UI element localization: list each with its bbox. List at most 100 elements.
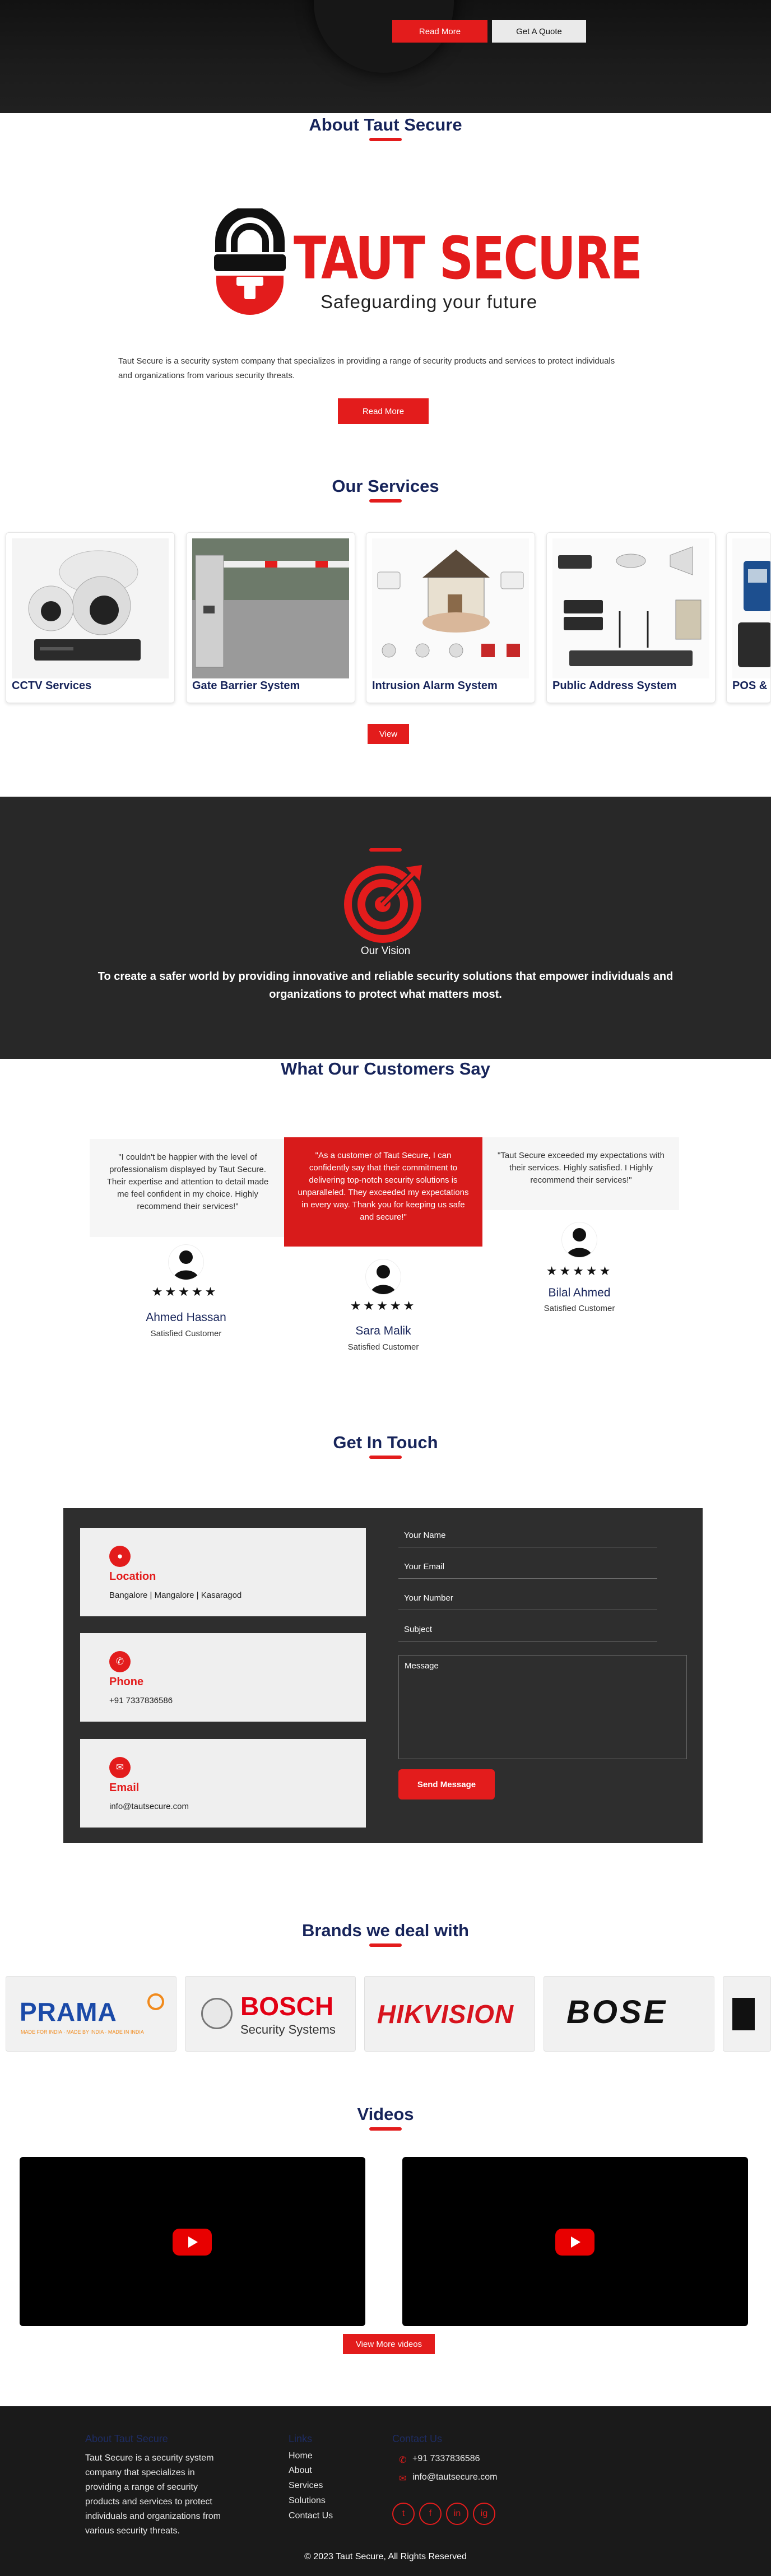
play-icon[interactable] bbox=[173, 2229, 212, 2256]
contact-title: Get In Touch bbox=[333, 1433, 438, 1452]
video-player-2[interactable] bbox=[402, 2157, 748, 2326]
videos-title: Videos bbox=[357, 2104, 414, 2124]
avatar bbox=[562, 1222, 597, 1257]
email-card: ✉ Email info@tautsecure.com bbox=[80, 1739, 366, 1828]
testimonial-quote-2: "As a customer of Taut Secure, I can con… bbox=[284, 1137, 482, 1247]
phone-label: Phone bbox=[109, 1676, 144, 1688]
customer-name: Ahmed Hassan bbox=[146, 1311, 226, 1324]
prama-swoosh-icon bbox=[147, 1993, 164, 2010]
bosch-logo: BOSCH bbox=[240, 1992, 334, 2021]
service-label: CCTV Services bbox=[12, 680, 92, 692]
public-address-image bbox=[552, 538, 709, 678]
customer-role: Satisfied Customer bbox=[347, 1342, 419, 1352]
footer-link-solutions[interactable]: Solutions bbox=[289, 2496, 326, 2506]
avatar bbox=[366, 1259, 401, 1294]
taut-secure-logo: TAUT SECURE Safeguarding your future bbox=[208, 208, 643, 332]
get-quote-button[interactable]: Get A Quote bbox=[492, 20, 586, 43]
location-value: Bangalore | Mangalore | Kasaragod bbox=[109, 1591, 242, 1600]
linkedin-icon[interactable]: in bbox=[446, 2503, 468, 2525]
hikvision-logo: HIKVISION bbox=[377, 2000, 514, 2029]
about-read-more-button[interactable]: Read More bbox=[338, 398, 429, 424]
footer-link-contact[interactable]: Contact Us bbox=[289, 2511, 333, 2521]
envelope-icon: ✉ bbox=[109, 1757, 131, 1778]
vision-statement: To create a safer world by providing inn… bbox=[97, 970, 674, 1001]
service-card-public-address[interactable]: Public Address System bbox=[546, 532, 716, 703]
phone-value: +91 7337836586 bbox=[109, 1696, 173, 1705]
logo-wordmark: TAUT SECURE bbox=[294, 224, 643, 292]
subject-field[interactable]: Subject bbox=[398, 1619, 657, 1642]
service-label: Intrusion Alarm System bbox=[372, 680, 498, 692]
service-label: Gate Barrier System bbox=[192, 680, 300, 692]
footer-phone: +91 7337836586 bbox=[412, 2454, 480, 2463]
testimonials-title: What Our Customers Say bbox=[281, 1059, 490, 1078]
customer-role: Satisfied Customer bbox=[150, 1329, 222, 1338]
instagram-icon[interactable]: ig bbox=[473, 2503, 495, 2525]
rating-stars: ★★★★★ bbox=[350, 1299, 417, 1313]
customer-name: Sara Malik bbox=[355, 1324, 411, 1337]
phone-icon: ✆ bbox=[109, 1651, 131, 1672]
gate-barrier-image bbox=[192, 538, 355, 678]
prama-subtitle: MADE FOR INDIA · MADE BY INDIA · MADE IN… bbox=[21, 2029, 144, 2035]
twitter-icon[interactable]: t bbox=[392, 2503, 415, 2525]
service-card-pos[interactable]: POS & Billing bbox=[726, 532, 771, 703]
cctv-cameras-image bbox=[12, 538, 169, 678]
footer-link-services[interactable]: Services bbox=[289, 2481, 323, 2491]
service-card-gate-barrier[interactable]: Gate Barrier System bbox=[186, 532, 355, 703]
brands-title: Brands we deal with bbox=[301, 1921, 469, 1940]
about-description: Taut Secure is a security system company… bbox=[118, 356, 615, 380]
logo-tagline: Safeguarding your future bbox=[321, 291, 538, 312]
service-card-intrusion-alarm[interactable]: Intrusion Alarm System bbox=[366, 532, 535, 703]
testimonial-quote-1: "I couldn't be happier with the level of… bbox=[90, 1139, 286, 1237]
contact-panel: ● Location Bangalore | Mangalore | Kasar… bbox=[63, 1508, 703, 1843]
rating-stars: ★★★★★ bbox=[151, 1285, 219, 1299]
brand-card-partial bbox=[723, 1976, 771, 2052]
service-label: POS & Billing bbox=[732, 680, 770, 692]
location-card: ● Location Bangalore | Mangalore | Kasar… bbox=[80, 1528, 366, 1616]
location-pin-icon: ● bbox=[109, 1546, 131, 1567]
brand-card-hikvision: HIKVISION bbox=[364, 1976, 535, 2052]
hero-read-more-button[interactable]: Read More bbox=[392, 20, 487, 43]
video-player-1[interactable] bbox=[20, 2157, 365, 2326]
footer-link-about[interactable]: About bbox=[289, 2466, 312, 2476]
play-icon[interactable] bbox=[555, 2229, 594, 2256]
vision-section: Our Vision To create a safer world by pr… bbox=[0, 797, 771, 1059]
services-view-button[interactable]: View bbox=[368, 724, 409, 744]
footer-about-text: Taut Secure is a security system company… bbox=[85, 2453, 221, 2536]
vision-label: Our Vision bbox=[360, 945, 411, 957]
message-field[interactable]: Message bbox=[398, 1655, 687, 1759]
footer: About Taut Secure Taut Secure is a secur… bbox=[0, 2406, 771, 2576]
service-card-cctv[interactable]: CCTV Services bbox=[6, 532, 175, 703]
footer-link-home[interactable]: Home bbox=[289, 2451, 313, 2461]
videos-title-underline bbox=[369, 2127, 402, 2131]
service-label: Public Address System bbox=[552, 680, 677, 692]
brand-card-bosch: BOSCH Security Systems bbox=[185, 1976, 356, 2052]
customer-name: Bilal Ahmed bbox=[548, 1286, 611, 1299]
contact-title-underline bbox=[369, 1456, 402, 1459]
footer-contact-heading: Contact Us bbox=[392, 2433, 443, 2444]
name-field[interactable]: Your Name bbox=[398, 1525, 657, 1547]
customer-role: Satisfied Customer bbox=[544, 1304, 615, 1313]
pos-image bbox=[732, 538, 770, 678]
services-title: Our Services bbox=[332, 476, 439, 496]
partial-brand-logo bbox=[732, 1998, 755, 2030]
padlock-logo-icon bbox=[214, 208, 286, 315]
services-title-underline bbox=[369, 499, 402, 503]
footer-email[interactable]: info@tautsecure.com bbox=[412, 2472, 497, 2482]
facebook-icon[interactable]: f bbox=[419, 2503, 442, 2525]
bosch-subtitle: Security Systems bbox=[240, 2022, 336, 2036]
hero-banner: Read More Get A Quote bbox=[0, 0, 771, 113]
prama-logo: PRAMA bbox=[20, 1997, 117, 2026]
brand-card-prama: PRAMA MADE FOR INDIA · MADE BY INDIA · M… bbox=[6, 1976, 177, 2052]
phone-card: ✆ Phone +91 7337836586 bbox=[80, 1633, 366, 1722]
avatar bbox=[169, 1245, 203, 1280]
send-message-button[interactable]: Send Message bbox=[398, 1769, 495, 1800]
bosch-armature-icon bbox=[201, 1998, 233, 2029]
footer-about-heading: About Taut Secure bbox=[85, 2433, 168, 2444]
brand-card-bose: BOSE bbox=[544, 1976, 714, 2052]
email-field[interactable]: Your Email bbox=[398, 1556, 657, 1579]
view-more-videos-button[interactable]: View More videos bbox=[343, 2334, 435, 2354]
copyright: © 2023 Taut Secure, All Rights Reserved bbox=[304, 2552, 467, 2561]
envelope-icon: ✉ bbox=[399, 2474, 407, 2484]
number-field[interactable]: Your Number bbox=[398, 1588, 657, 1610]
intrusion-alarm-image bbox=[372, 538, 529, 678]
